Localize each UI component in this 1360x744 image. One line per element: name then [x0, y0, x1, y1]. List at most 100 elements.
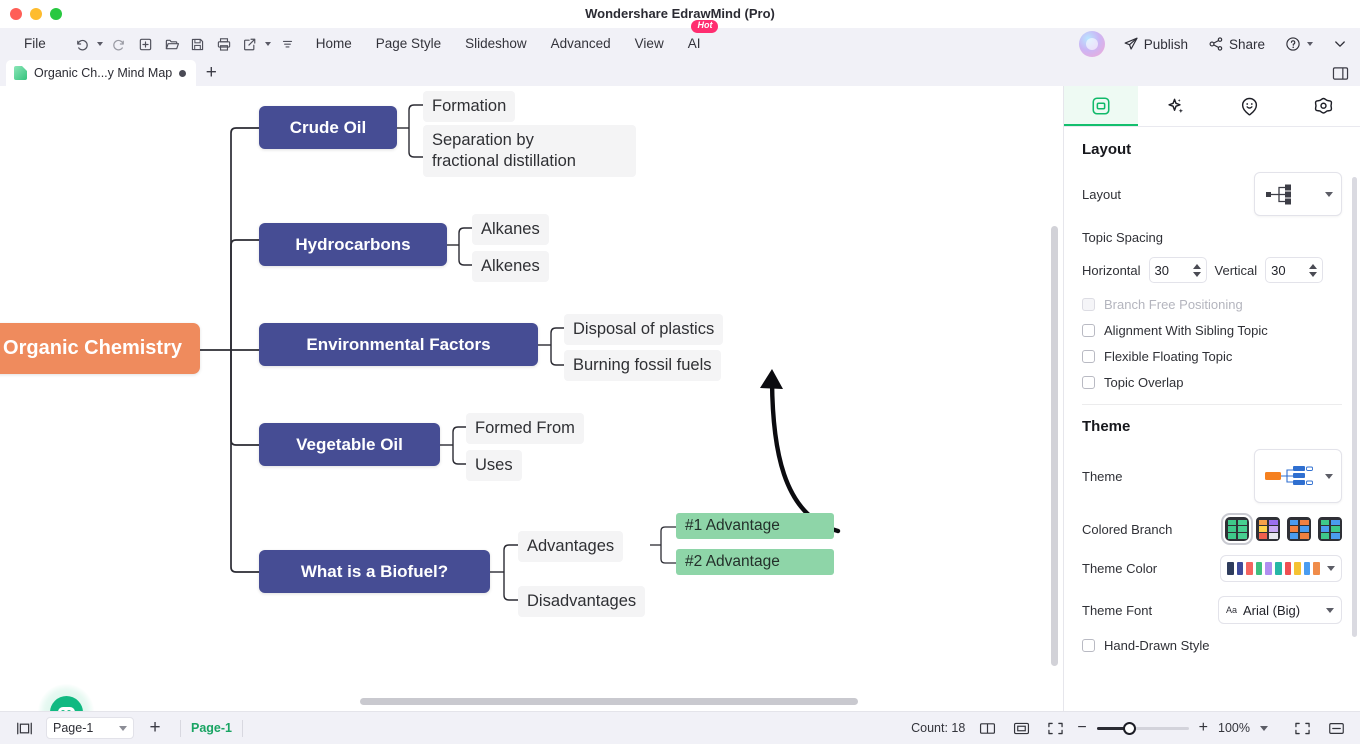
zoom-slider-handle[interactable]	[1122, 721, 1136, 735]
mindmap-node-separation-fractional-distillation[interactable]: Separation by fractional distillation	[423, 125, 636, 178]
theme-font-dropdown[interactable]: Aa Arial (Big)	[1218, 596, 1342, 624]
share-button[interactable]: Share	[1200, 31, 1273, 57]
checkbox-branch-free-positioning[interactable]: Branch Free Positioning	[1082, 297, 1342, 312]
print-icon[interactable]	[212, 32, 236, 56]
menu-item-file[interactable]: File	[0, 28, 66, 60]
page-select-dropdown[interactable]: Page-1	[46, 717, 134, 739]
mindmap-node-advantages[interactable]: Advantages	[518, 531, 624, 563]
chevron-down-icon[interactable]	[1326, 566, 1335, 571]
publish-button[interactable]: Publish	[1115, 31, 1196, 57]
outline-view-icon[interactable]	[975, 716, 999, 740]
stepper-arrows-icon[interactable]	[1309, 263, 1318, 277]
menu-item-ai[interactable]: AI Hot	[676, 20, 719, 60]
mindmap-canvas[interactable]: Organic Chemistry Crude Oil Hydrocarbons…	[0, 86, 1063, 711]
zoom-slider[interactable]	[1096, 721, 1189, 735]
minimize-window-button[interactable]	[30, 8, 42, 20]
ai-assistant-button[interactable]	[38, 684, 94, 711]
zoom-in-button[interactable]: +	[1199, 719, 1208, 737]
help-button[interactable]	[1277, 31, 1324, 57]
colored-branch-option-3[interactable]	[1287, 517, 1311, 541]
stepper-arrows-icon[interactable]	[1192, 263, 1201, 277]
theme-color-dropdown[interactable]	[1220, 555, 1342, 582]
checkbox-icon[interactable]	[1082, 298, 1095, 311]
mindmap-node-environmental-factors[interactable]: Environmental Factors	[259, 323, 538, 366]
menu-item-slideshow[interactable]: Slideshow	[453, 28, 539, 60]
panel-tab-settings[interactable]	[1286, 86, 1360, 126]
mindmap-node-formed-from[interactable]: Formed From	[466, 413, 584, 445]
vertical-spacing-stepper[interactable]: 30	[1265, 257, 1324, 283]
mindmap-node-formation[interactable]: Formation	[423, 91, 516, 123]
mindmap-node-disadvantages[interactable]: Disadvantages	[518, 586, 646, 618]
horizontal-spacing-stepper[interactable]: 30	[1148, 257, 1207, 283]
help-dropdown-caret[interactable]	[1307, 42, 1313, 46]
panel-tab-ai[interactable]	[1138, 86, 1212, 126]
document-tab[interactable]: Organic Ch...y Mind Map	[6, 60, 197, 86]
fit-to-topic-icon[interactable]	[1009, 716, 1033, 740]
chevron-down-icon[interactable]	[1326, 607, 1334, 613]
save-icon[interactable]	[186, 32, 210, 56]
canvas-vertical-scrollbar[interactable]	[1051, 226, 1058, 666]
checkbox-icon[interactable]	[1082, 639, 1095, 652]
close-window-button[interactable]	[10, 8, 22, 20]
fullscreen-icon[interactable]	[1290, 716, 1314, 740]
undo-dropdown-caret[interactable]	[96, 42, 103, 46]
mindmap-node-disposal-of-plastics[interactable]: Disposal of plastics	[564, 314, 724, 346]
colored-branch-option-4[interactable]	[1318, 517, 1342, 541]
checkbox-topic-overlap[interactable]: Topic Overlap	[1082, 375, 1342, 390]
checkbox-flexible-floating-topic[interactable]: Flexible Floating Topic	[1082, 349, 1342, 364]
checkbox-hand-drawn-style[interactable]: Hand-Drawn Style	[1082, 638, 1342, 653]
maximize-window-button[interactable]	[50, 8, 62, 20]
active-page-label[interactable]: Page-1	[191, 721, 232, 735]
folder-open-icon[interactable]	[160, 32, 184, 56]
presentation-mode-icon[interactable]	[1324, 716, 1348, 740]
mindmap-node-alkanes[interactable]: Alkanes	[472, 214, 549, 246]
colored-branch-option-2[interactable]	[1256, 517, 1280, 541]
panel-tab-clipart[interactable]	[1212, 86, 1286, 126]
new-tab-button[interactable]: +	[196, 60, 226, 86]
panel-tab-layout[interactable]	[1064, 86, 1138, 126]
checkbox-alignment-with-sibling-topic[interactable]: Alignment With Sibling Topic	[1082, 323, 1342, 338]
mindmap-node-advantage-2[interactable]: #2 Advantage	[676, 549, 834, 575]
checkbox-icon[interactable]	[1082, 376, 1095, 389]
checkbox-icon[interactable]	[1082, 350, 1095, 363]
export-dropdown-caret[interactable]	[264, 42, 271, 46]
chevron-down-icon[interactable]	[1328, 32, 1352, 56]
checkbox-icon[interactable]	[1082, 324, 1095, 337]
right-panel-scrollbar[interactable]	[1352, 177, 1357, 637]
undo-icon[interactable]	[70, 32, 94, 56]
add-page-button[interactable]: +	[140, 715, 170, 741]
new-file-icon[interactable]	[134, 32, 158, 56]
redo-icon[interactable]	[108, 32, 132, 56]
chevron-down-icon[interactable]	[119, 725, 127, 731]
chevron-down-icon[interactable]	[1325, 191, 1333, 197]
chevron-down-icon[interactable]	[1325, 473, 1333, 479]
mindmap-node-hydrocarbons[interactable]: Hydrocarbons	[259, 223, 447, 266]
more-icon[interactable]	[276, 32, 300, 56]
avatar[interactable]	[1078, 31, 1105, 57]
theme-dropdown[interactable]	[1254, 449, 1342, 503]
mindmap-node-crude-oil[interactable]: Crude Oil	[259, 106, 397, 149]
menu-item-home[interactable]: Home	[304, 28, 364, 60]
menu-item-view[interactable]: View	[623, 28, 676, 60]
zoom-out-button[interactable]: −	[1077, 719, 1086, 737]
toggle-page-panel-button[interactable]	[12, 716, 36, 740]
mindmap-node-uses[interactable]: Uses	[466, 450, 522, 482]
mindmap-node-alkenes[interactable]: Alkenes	[472, 251, 549, 283]
zoom-level-label[interactable]: 100%	[1218, 721, 1250, 735]
menu-item-advanced[interactable]: Advanced	[539, 28, 623, 60]
mindmap-node-burning-fossil-fuels[interactable]: Burning fossil fuels	[564, 350, 721, 382]
menu-bar-right: Publish Share	[1078, 28, 1352, 60]
chevron-down-icon[interactable]	[1260, 725, 1268, 731]
layout-dropdown[interactable]	[1254, 172, 1342, 216]
mindmap-node-what-is-a-biofuel[interactable]: What is a Biofuel?	[259, 550, 490, 593]
toggle-right-panel-button[interactable]	[1328, 62, 1352, 84]
export-icon[interactable]	[238, 32, 262, 56]
menu-item-page-style[interactable]: Page Style	[364, 28, 453, 60]
canvas-horizontal-scrollbar[interactable]	[360, 698, 858, 705]
status-bar-right: Count: 18 − + 100%	[911, 716, 1360, 740]
colored-branch-option-1[interactable]	[1221, 513, 1253, 545]
mindmap-node-vegetable-oil[interactable]: Vegetable Oil	[259, 423, 440, 466]
mindmap-node-root[interactable]: Organic Chemistry	[0, 323, 200, 374]
mindmap-node-advantage-1[interactable]: #1 Advantage	[676, 513, 834, 539]
fit-to-page-icon[interactable]	[1043, 716, 1067, 740]
